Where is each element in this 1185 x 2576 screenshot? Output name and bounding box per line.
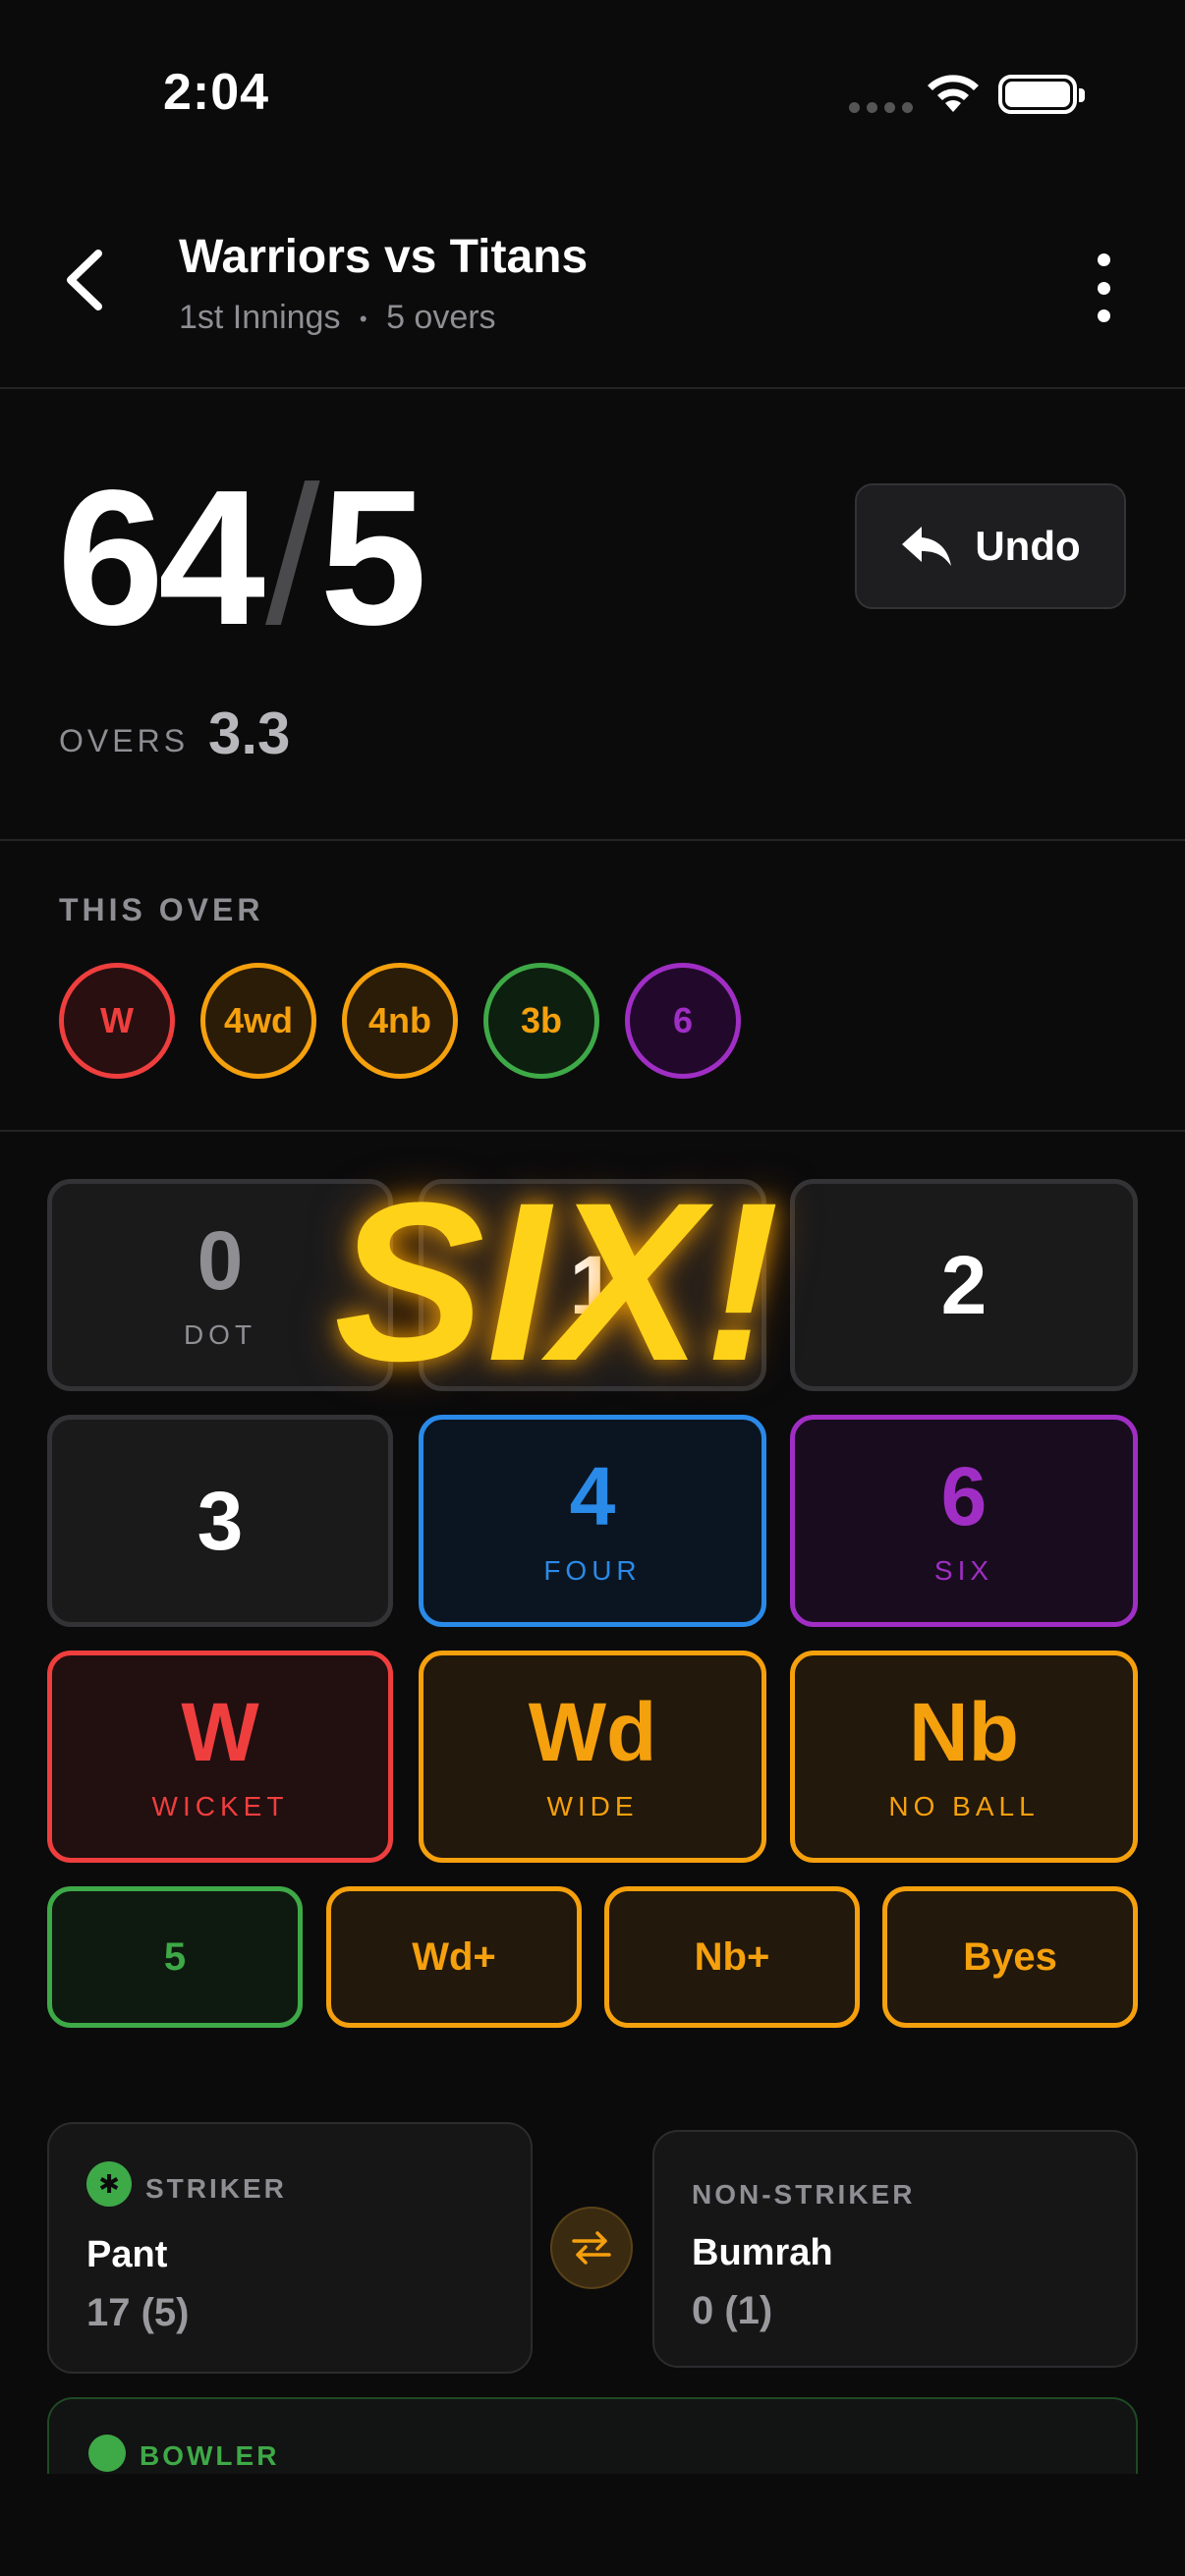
- striker-name: Pant: [86, 2234, 168, 2275]
- wifi-icon: [928, 75, 979, 112]
- cellular-signal-icon: [849, 102, 913, 113]
- wide-value: Wd: [528, 1686, 657, 1778]
- striker-label: STRIKER: [145, 2173, 287, 2204]
- wickets-value: 5: [319, 450, 427, 665]
- six-label: SIX: [933, 1555, 994, 1586]
- no-ball-label: NO BALL: [888, 1791, 1040, 1821]
- six-value: 6: [940, 1450, 988, 1542]
- match-subtitle: 1st Innings • 5 overs: [179, 299, 496, 337]
- wide-plus-button[interactable]: Wd+: [326, 1886, 582, 2028]
- no-ball-button[interactable]: Nb NO BALL: [790, 1651, 1138, 1863]
- battery-icon: [998, 75, 1085, 114]
- wicket-label: WICKET: [151, 1791, 289, 1821]
- subtitle-separator: •: [359, 307, 367, 332]
- two-runs-button[interactable]: 2: [790, 1179, 1138, 1391]
- non-striker-stat: 0 (1): [692, 2289, 773, 2332]
- ball-list: W 4wd 4nb 3b 6: [59, 963, 741, 1079]
- five-runs-button[interactable]: 5: [47, 1886, 303, 2028]
- wicket-button[interactable]: W WICKET: [47, 1651, 393, 1863]
- dot-value: 0: [197, 1214, 244, 1307]
- four-value: 4: [569, 1450, 616, 1542]
- striker-card[interactable]: ✱ STRIKER Pant 17 (5): [47, 2122, 533, 2374]
- bowler-ball-icon: [88, 2435, 126, 2472]
- match-title: Warriors vs Titans: [179, 231, 589, 283]
- striker-ball-icon: ✱: [86, 2161, 132, 2207]
- three-value: 3: [197, 1475, 244, 1567]
- match-header: Warriors vs Titans 1st Innings • 5 overs: [0, 216, 1185, 389]
- six-celebration-overlay: SIX!: [334, 1155, 782, 1408]
- undo-label: Undo: [975, 523, 1081, 569]
- ball-chip: 6: [625, 963, 741, 1079]
- this-over-label: THIS OVER: [59, 892, 264, 927]
- score-slash: /: [265, 446, 320, 665]
- overs-label: OVERS: [59, 723, 190, 758]
- more-options-icon[interactable]: [1087, 253, 1120, 322]
- non-striker-label: NON-STRIKER: [692, 2179, 916, 2210]
- overs-value: 3.3: [208, 700, 291, 766]
- undo-icon: [902, 527, 952, 566]
- wide-button[interactable]: Wd WIDE: [419, 1651, 766, 1863]
- byes-label: Byes: [963, 1934, 1057, 1979]
- score-panel: 64 / 5 OVERS 3.3 Undo: [0, 389, 1185, 841]
- byes-button[interactable]: Byes: [882, 1886, 1138, 2028]
- swap-strike-button[interactable]: [550, 2207, 633, 2289]
- dot-label: DOT: [183, 1319, 257, 1350]
- overs-limit-label: 5 overs: [386, 299, 496, 336]
- striker-stat: 17 (5): [86, 2291, 190, 2334]
- ball-chip: 3b: [483, 963, 599, 1079]
- wide-plus-label: Wd+: [412, 1934, 496, 1979]
- four-label: FOUR: [543, 1555, 642, 1586]
- three-runs-button[interactable]: 3: [47, 1415, 393, 1627]
- no-ball-plus-button[interactable]: Nb+: [604, 1886, 860, 2028]
- ball-chip: 4nb: [342, 963, 458, 1079]
- status-bar: 2:04: [0, 0, 1185, 187]
- two-value: 2: [940, 1239, 988, 1331]
- bottom-area: [0, 2474, 1185, 2576]
- ball-chip: W: [59, 963, 175, 1079]
- this-over-panel: THIS OVER W 4wd 4nb 3b 6: [0, 841, 1185, 1132]
- no-ball-value: Nb: [909, 1686, 1019, 1778]
- wide-label: WIDE: [546, 1791, 639, 1821]
- back-chevron-icon[interactable]: [57, 246, 116, 314]
- no-ball-plus-label: Nb+: [694, 1934, 770, 1979]
- undo-button[interactable]: Undo: [855, 483, 1126, 609]
- six-button[interactable]: 6 SIX: [790, 1415, 1138, 1627]
- innings-label: 1st Innings: [179, 299, 341, 336]
- swap-icon: [572, 2231, 611, 2265]
- non-striker-card[interactable]: NON-STRIKER Bumrah 0 (1): [652, 2130, 1138, 2368]
- bowler-label: BOWLER: [140, 2440, 280, 2471]
- five-label: 5: [163, 1934, 187, 1979]
- status-time: 2:04: [163, 64, 270, 121]
- wicket-value: W: [181, 1686, 259, 1778]
- runs-value: 64: [57, 450, 265, 665]
- score-display: 64 / 5: [57, 446, 427, 665]
- four-button[interactable]: 4 FOUR: [419, 1415, 766, 1627]
- non-striker-name: Bumrah: [692, 2232, 833, 2273]
- ball-chip: 4wd: [200, 963, 316, 1079]
